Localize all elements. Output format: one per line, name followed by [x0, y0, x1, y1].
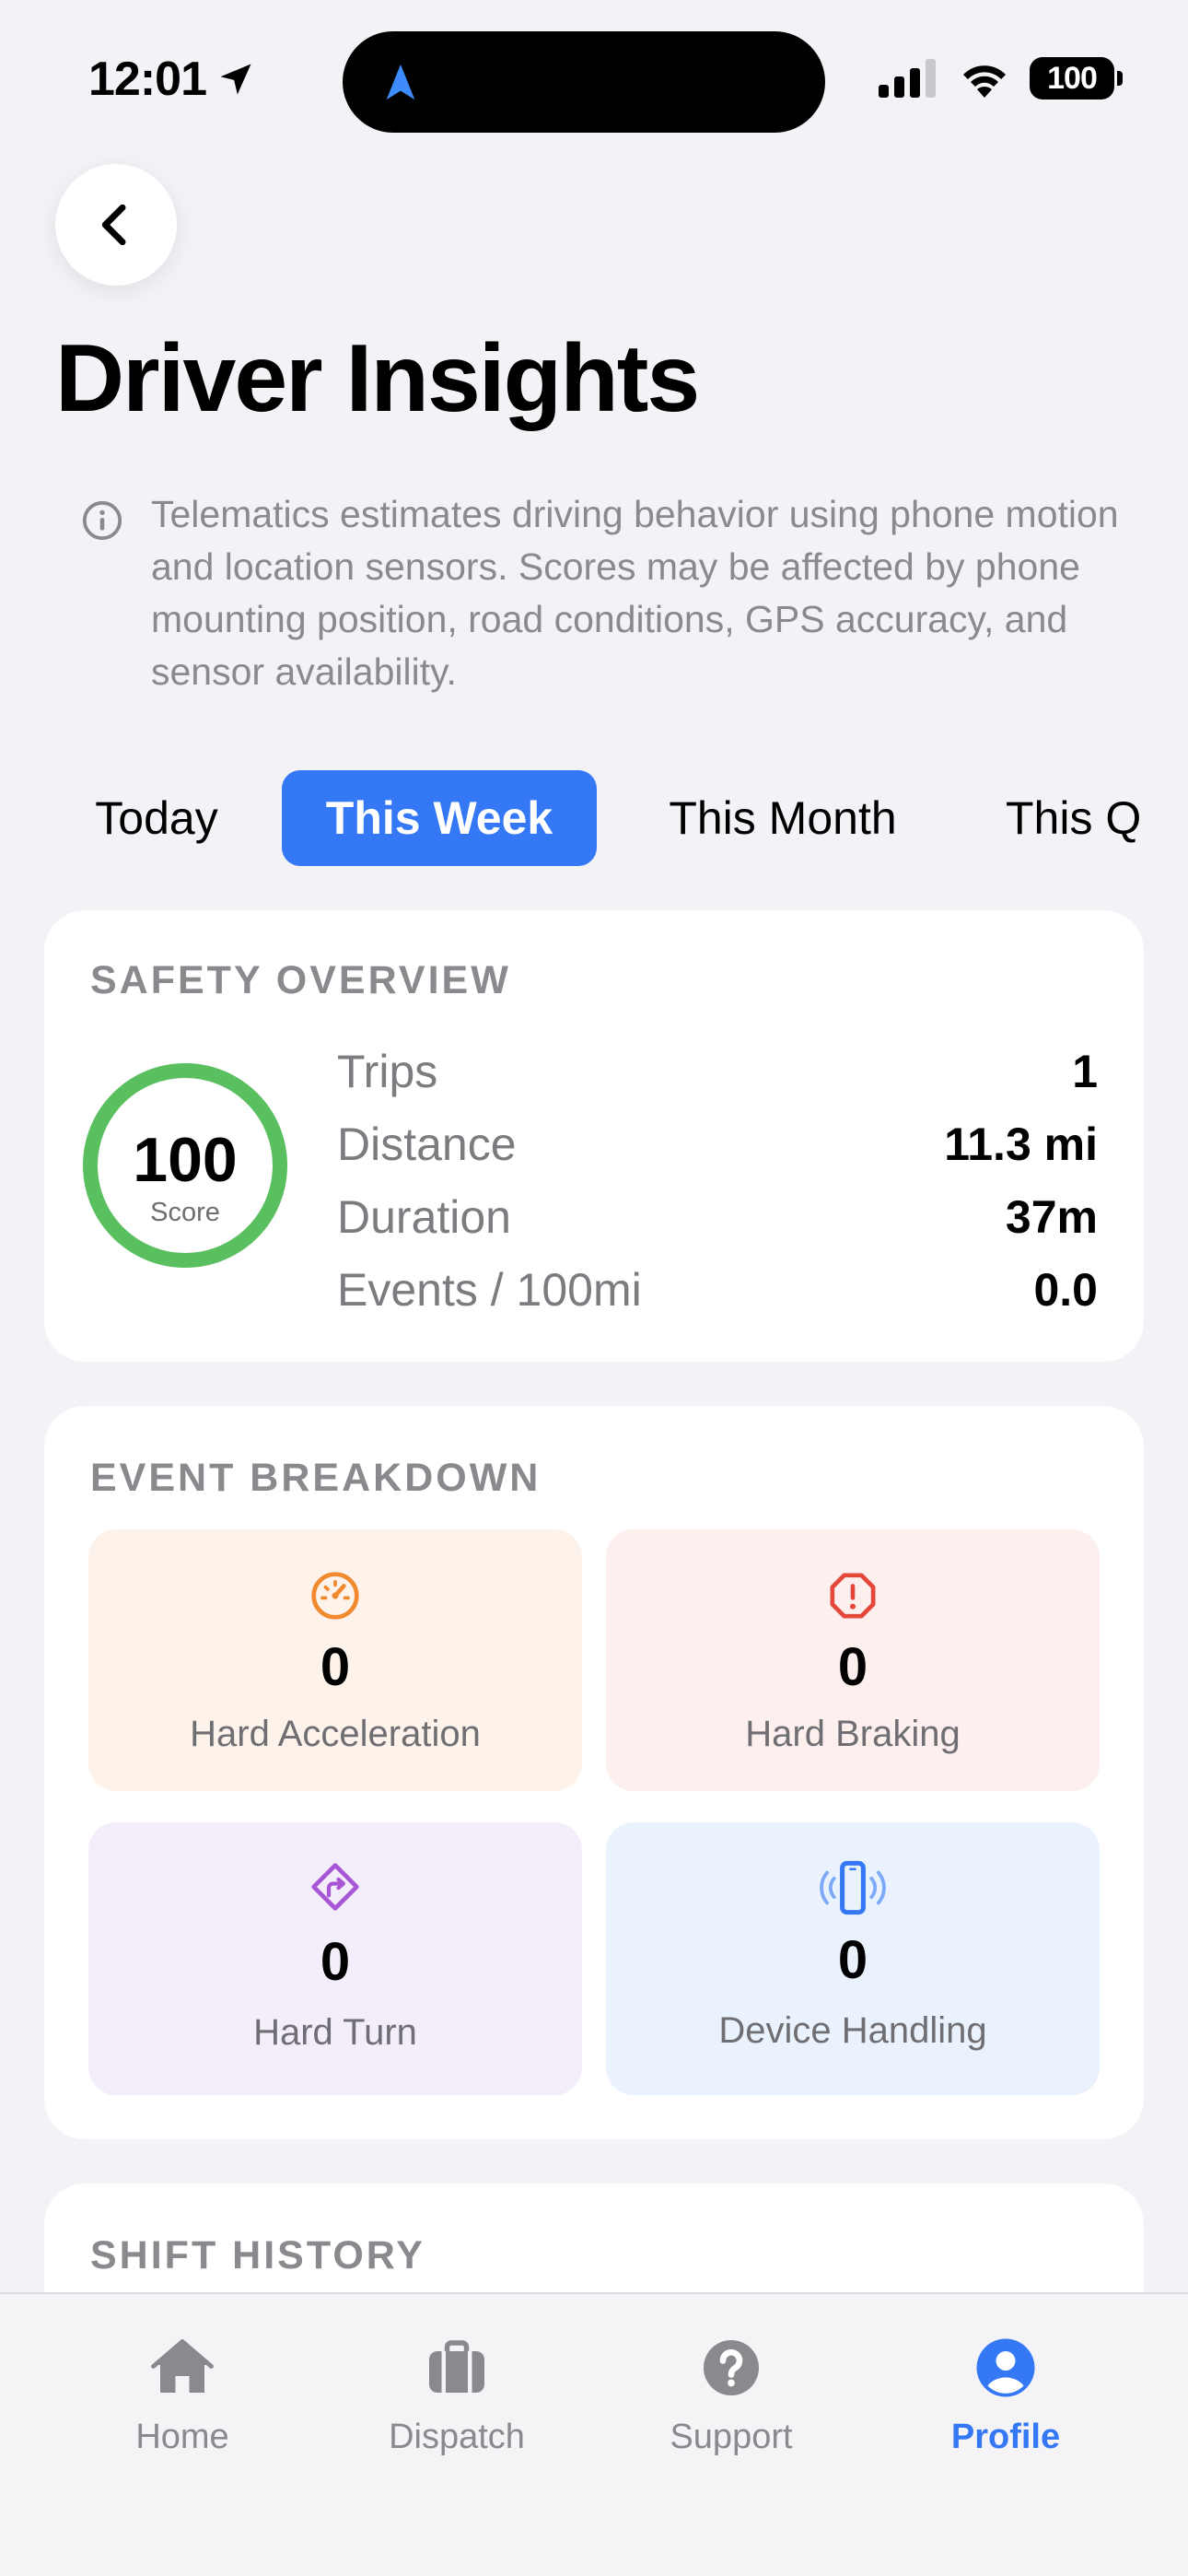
navigation-arrow-icon [386, 64, 415, 100]
cellular-signal-icon [879, 59, 936, 98]
shift-history-title: SHIFT HISTORY [90, 2233, 425, 2277]
tabbar-label: Profile [950, 2418, 1061, 2456]
battery-indicator: 100 [1030, 57, 1123, 100]
battery-level: 100 [1047, 60, 1098, 96]
back-button[interactable] [55, 164, 177, 286]
stat-row-events: Events / 100mi 0.0 [337, 1263, 1098, 1317]
tile-hard-turn[interactable]: 0 Hard Turn [88, 1822, 582, 2095]
tab-label: Today [95, 792, 218, 844]
safety-overview-card: SAFETY OVERVIEW 100 Score Trips 1 Distan… [44, 910, 1144, 1362]
tabbar-item-profile[interactable]: Profile [895, 2335, 1116, 2457]
tile-label: Hard Acceleration [190, 1714, 481, 1754]
tabbar-label: Home [135, 2418, 229, 2456]
tabbar-item-support[interactable]: Support [621, 2335, 842, 2457]
tile-value: 0 [837, 1930, 868, 1990]
dynamic-island [343, 31, 825, 133]
bottom-tab-bar: Home Dispatch Support Profile [0, 2292, 1188, 2576]
period-tabs: Today This Week This Month This Q [0, 770, 1188, 866]
chevron-left-icon [101, 204, 126, 246]
tabbar-label: Dispatch [389, 2418, 525, 2456]
tile-value: 0 [320, 1932, 351, 1992]
tile-label: Hard Turn [253, 2012, 417, 2053]
phone-vibrate-icon [820, 1860, 886, 1915]
time-label: 12:01 [88, 53, 207, 106]
tile-device-handling[interactable]: 0 Device Handling [606, 1822, 1100, 2095]
event-breakdown-card: EVENT BREAKDOWN 0 Hard Acceleration 0 Ha… [44, 1406, 1144, 2139]
stat-label: Trips [337, 1046, 438, 1097]
tabbar-label: Support [670, 2418, 793, 2456]
stat-value: 0.0 [1033, 1264, 1098, 1316]
tab-this-quarter[interactable]: This Q [973, 770, 1188, 866]
tab-label: This Week [325, 792, 553, 844]
tile-hard-braking[interactable]: 0 Hard Braking [606, 1529, 1100, 1791]
event-breakdown-title: EVENT BREAKDOWN [90, 1456, 542, 1500]
stat-row-trips: Trips 1 [337, 1045, 1098, 1098]
stat-row-duration: Duration 37m [337, 1190, 1098, 1244]
stat-label: Duration [337, 1191, 511, 1243]
score-label: Score [150, 1198, 220, 1227]
stat-value: 37m [1005, 1191, 1098, 1243]
person-circle-icon [976, 2338, 1035, 2397]
tab-this-week[interactable]: This Week [282, 770, 597, 866]
tile-label: Device Handling [718, 2010, 987, 2051]
stat-label: Events / 100mi [337, 1264, 642, 1316]
info-text: Telematics estimates driving behavior us… [151, 493, 1119, 693]
status-time: 12:01 [88, 52, 256, 107]
tab-today[interactable]: Today [55, 770, 258, 866]
tabbar-item-home[interactable]: Home [72, 2335, 293, 2457]
status-bar: 12:01 100 [0, 0, 1188, 147]
tile-value: 0 [837, 1637, 868, 1697]
stat-row-distance: Distance 11.3 mi [337, 1118, 1098, 1171]
page-title: Driver Insights [55, 325, 700, 432]
tab-label: This Q [1006, 792, 1142, 844]
status-indicators: 100 [879, 57, 1123, 100]
briefcase-icon [429, 2340, 484, 2393]
wifi-icon [963, 65, 1006, 98]
turn-right-sign-icon [311, 1863, 359, 1911]
safety-overview-title: SAFETY OVERVIEW [90, 958, 511, 1002]
location-arrow-icon [220, 64, 251, 95]
tile-value: 0 [320, 1637, 351, 1697]
tile-hard-acceleration[interactable]: 0 Hard Acceleration [88, 1529, 582, 1791]
tile-label: Hard Braking [745, 1714, 961, 1754]
tabbar-item-dispatch[interactable]: Dispatch [346, 2335, 567, 2457]
stat-value: 1 [1072, 1046, 1098, 1097]
question-circle-icon [704, 2340, 759, 2395]
tab-this-month[interactable]: This Month [635, 770, 930, 866]
house-icon [151, 2339, 214, 2393]
speedometer-icon [311, 1572, 359, 1620]
info-icon [82, 500, 122, 541]
info-notice: Telematics estimates driving behavior us… [81, 488, 1131, 698]
tab-label: This Month [669, 792, 897, 844]
score-value: 100 [133, 1125, 238, 1195]
stat-label: Distance [337, 1118, 517, 1170]
alert-octagon-icon [830, 1573, 876, 1619]
stat-value: 11.3 mi [944, 1118, 1098, 1170]
